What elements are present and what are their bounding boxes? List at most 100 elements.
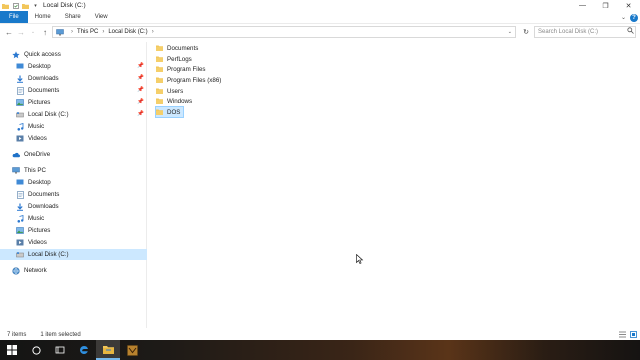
sidebar-label: Music bbox=[28, 215, 45, 222]
sidebar-item-onedrive[interactable]: OneDrive bbox=[0, 149, 147, 160]
file-name: Users bbox=[167, 87, 184, 95]
taskbar bbox=[0, 340, 640, 360]
pin-icon: 📌 bbox=[137, 63, 144, 69]
pc-icon bbox=[12, 167, 20, 175]
task-view-icon[interactable] bbox=[48, 340, 72, 360]
close-button[interactable]: ✕ bbox=[617, 0, 640, 11]
breadcrumb-separator-icon: › bbox=[102, 29, 105, 35]
list-item[interactable]: Documents bbox=[156, 43, 201, 53]
folder-icon bbox=[156, 45, 163, 51]
address-bar[interactable]: › This PC › Local Disk (C:) › ⌄ bbox=[52, 26, 516, 38]
item-count: 7 items bbox=[7, 331, 27, 338]
help-button[interactable]: ? bbox=[630, 13, 638, 22]
videos-icon bbox=[16, 135, 24, 143]
sidebar-item-videos[interactable]: Videos bbox=[0, 133, 147, 144]
selection-count: 1 item selected bbox=[40, 331, 81, 338]
file-name: Program Files bbox=[167, 65, 206, 73]
details-view-icon[interactable] bbox=[618, 330, 626, 338]
window-title: Local Disk (C:) bbox=[43, 2, 86, 9]
folder-icon bbox=[156, 98, 163, 104]
star-icon bbox=[12, 50, 20, 59]
recent-locations-button[interactable]: ⌄ bbox=[27, 26, 39, 38]
start-icon[interactable] bbox=[0, 340, 24, 360]
sidebar-item-this-pc[interactable]: This PC bbox=[0, 165, 147, 176]
file-name: Windows bbox=[167, 97, 193, 105]
sidebar-label: Pictures bbox=[28, 99, 51, 106]
drive-icon bbox=[16, 111, 24, 119]
search-input[interactable]: Search Local Disk (C:) bbox=[534, 26, 636, 38]
search-icon bbox=[627, 27, 634, 36]
sidebar-label: Desktop bbox=[28, 63, 51, 70]
chevron-down-icon[interactable]: ⌄ bbox=[621, 14, 626, 21]
list-item-selected[interactable]: DOS bbox=[154, 106, 185, 118]
sidebar-item-desktop[interactable]: Desktop 📌 bbox=[0, 61, 147, 72]
list-item[interactable]: Program Files (x86) bbox=[156, 75, 224, 85]
address-dropdown-icon[interactable]: ⌄ bbox=[508, 29, 512, 35]
sidebar-item-pc-documents[interactable]: Documents bbox=[0, 189, 147, 200]
sidebar-label: Local Disk (C:) bbox=[28, 111, 69, 118]
tab-view[interactable]: View bbox=[88, 11, 115, 23]
breadcrumb-separator-icon: › bbox=[151, 29, 154, 35]
refresh-button[interactable]: ↻ bbox=[520, 26, 532, 38]
folder-icon bbox=[156, 109, 163, 115]
sidebar-item-pc-pictures[interactable]: Pictures bbox=[0, 225, 147, 236]
tab-share[interactable]: Share bbox=[58, 11, 88, 23]
customize-toolbar-icon[interactable]: ▾ bbox=[32, 2, 39, 9]
sidebar-label: Videos bbox=[28, 239, 47, 246]
app-icon[interactable] bbox=[120, 340, 144, 360]
pictures-icon bbox=[16, 99, 24, 107]
sidebar-item-local-disk-quick[interactable]: Local Disk (C:) 📌 bbox=[0, 109, 147, 120]
cloud-icon bbox=[12, 151, 20, 159]
pc-icon bbox=[56, 28, 64, 36]
sidebar-item-pictures[interactable]: Pictures 📌 bbox=[0, 97, 147, 108]
pin-icon: 📌 bbox=[137, 87, 144, 93]
documents-icon bbox=[16, 190, 24, 199]
list-item[interactable]: Windows bbox=[156, 96, 195, 106]
sidebar-label: OneDrive bbox=[24, 151, 51, 158]
sidebar-item-downloads[interactable]: Downloads 📌 bbox=[0, 73, 147, 84]
folder-icon bbox=[156, 56, 163, 62]
sidebar-item-quick-access[interactable]: Quick access bbox=[0, 49, 147, 60]
list-item[interactable]: PerfLogs bbox=[156, 54, 195, 64]
tab-home[interactable]: Home bbox=[28, 11, 58, 23]
forward-button[interactable]: → bbox=[15, 26, 27, 38]
file-list: Documents PerfLogs Program Files Program… bbox=[148, 42, 640, 328]
pin-icon: 📌 bbox=[137, 75, 144, 81]
sidebar-label: Desktop bbox=[28, 179, 51, 186]
sidebar-item-pc-videos[interactable]: Videos bbox=[0, 237, 147, 248]
sidebar-label: Quick access bbox=[24, 51, 61, 58]
list-item[interactable]: Users bbox=[156, 86, 186, 96]
large-icons-view-icon[interactable] bbox=[629, 330, 637, 338]
quick-access-toolbar: ▾ bbox=[0, 0, 39, 11]
desktop-icon bbox=[16, 63, 24, 71]
up-button[interactable]: ↑ bbox=[39, 26, 51, 38]
pictures-icon bbox=[16, 227, 24, 235]
sidebar-label: Documents bbox=[28, 191, 60, 198]
sidebar-label: Downloads bbox=[28, 75, 59, 82]
minimize-button[interactable]: — bbox=[571, 0, 594, 11]
tab-file[interactable]: File bbox=[0, 11, 28, 23]
breadcrumb-this-pc[interactable]: This PC bbox=[77, 29, 98, 35]
properties-icon[interactable] bbox=[12, 2, 19, 9]
sidebar-label: This PC bbox=[24, 167, 47, 174]
breadcrumb-local-disk[interactable]: Local Disk (C:) bbox=[108, 29, 147, 35]
maximize-button[interactable]: ❐ bbox=[594, 0, 617, 11]
edge-icon[interactable] bbox=[72, 340, 96, 360]
sidebar-item-pc-local-disk[interactable]: Local Disk (C:) bbox=[0, 249, 147, 260]
downloads-icon bbox=[16, 75, 24, 83]
sidebar-item-pc-music[interactable]: Music bbox=[0, 213, 147, 224]
sidebar-item-network[interactable]: Network bbox=[0, 265, 147, 276]
cortana-icon[interactable] bbox=[24, 340, 48, 360]
sidebar-label: Local Disk (C:) bbox=[28, 251, 69, 258]
sidebar-item-pc-downloads[interactable]: Downloads bbox=[0, 201, 147, 212]
new-folder-icon[interactable] bbox=[22, 2, 29, 9]
desktop-icon bbox=[16, 179, 24, 187]
sidebar-item-music[interactable]: Music bbox=[0, 121, 147, 132]
sidebar-item-pc-desktop[interactable]: Desktop bbox=[0, 177, 147, 188]
back-button[interactable]: ← bbox=[3, 26, 15, 38]
sidebar-label: Network bbox=[24, 267, 47, 274]
documents-icon bbox=[16, 86, 24, 95]
list-item[interactable]: Program Files bbox=[156, 64, 209, 74]
file-explorer-icon[interactable] bbox=[96, 340, 120, 360]
sidebar-item-documents[interactable]: Documents 📌 bbox=[0, 85, 147, 96]
